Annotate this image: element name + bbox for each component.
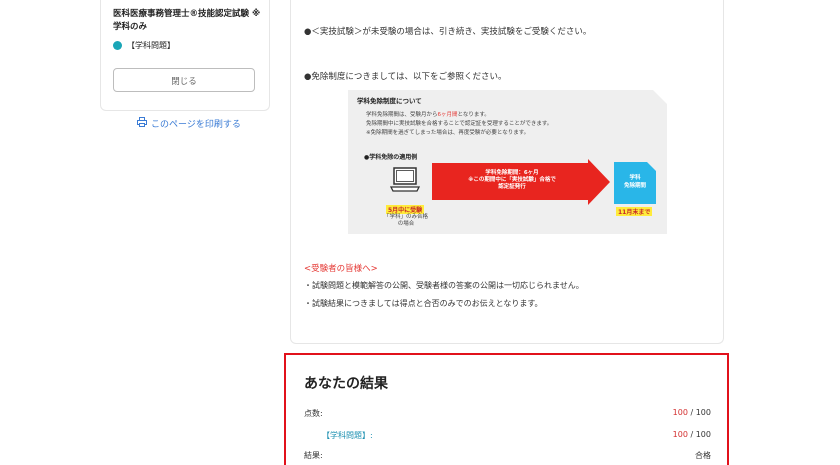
document-text: 学科 免除期間 [614, 174, 656, 190]
score-total: / 100 [687, 408, 711, 417]
result-panel: あなたの結果 点数: 100 / 100 【学科問題】: 100 / 100 結… [284, 353, 729, 465]
outcome-value: 合格 [695, 451, 711, 460]
main-content-panel: ●＜実技試験＞が未受験の場合は、引き続き、実技試験をご受験ください。 ●免除制度… [290, 0, 724, 344]
figure-heading: 学科免除制度について [357, 97, 422, 105]
document-line-2: 免除期間 [623, 183, 646, 189]
arrow-line-3: 認定証発行 [498, 184, 526, 190]
figure-line-2: 免除期間中に実技試験を合格することで認定証を受理することができます。 [366, 121, 553, 127]
close-button[interactable]: 閉じる [113, 68, 255, 92]
print-page-link[interactable]: このページを印刷する [137, 117, 241, 130]
category-score-number: 100 [672, 430, 688, 439]
score-number: 100 [672, 408, 688, 417]
exam-sidebar-card: 医科医療事務管理士®技能認定試験 ※学科のみ 【学科問題】 閉じる [100, 0, 270, 111]
exemption-figure: 学科免除制度について 学科免除期間は、受験月から6ヶ月間となります。 免除期間中… [348, 90, 667, 234]
laptop-icon [389, 165, 421, 199]
figure-line-1-pre: 学科免除期間は、受験月から [366, 112, 438, 118]
score-value: 100 / 100 [673, 408, 711, 417]
result-title: あなたの結果 [304, 376, 388, 392]
category-dot-icon [113, 41, 122, 50]
arrow-line-1: 学科免除期間：6ヶ月 [485, 170, 539, 176]
exam-title: 医科医療事務管理士®技能認定試験 ※学科のみ [113, 9, 261, 32]
document-line-1: 学科 [629, 175, 641, 181]
category-score-total: / 100 [687, 430, 711, 439]
figure-line-1-post: となります。 [457, 112, 490, 118]
printer-icon [137, 117, 147, 130]
figure-subheading: ●学科免除の適用例 [364, 154, 418, 161]
pass-note-line-2: の場合 [397, 221, 415, 227]
notice-heading: <受験者の皆様へ> [304, 264, 378, 274]
print-page-label: このページを印刷する [151, 120, 241, 130]
category-result-label: 【学科問題】: [322, 431, 373, 440]
notice-bullet-1: ・試験問題と模範解答の公開、受験者様の答案の公開は一切応じられません。 [304, 281, 584, 290]
document-corner [647, 162, 656, 171]
exemption-document-icon: 学科 免除期間 [614, 162, 656, 204]
score-label: 点数: [304, 409, 323, 418]
notice-bullet-2: ・試験結果につきましては得点と合否のみでのお伝えとなります。 [304, 299, 543, 308]
pass-note-line-1: 「学科」のみ合格 [383, 214, 428, 220]
exemption-note: ●免除制度につきましては、以下をご参照ください。 [304, 72, 507, 82]
november-deadline-label: 11月末まで [616, 207, 653, 216]
category-result-value: 100 / 100 [673, 430, 711, 439]
figure-line-1: 学科免除期間は、受験月から6ヶ月間となります。 [366, 110, 490, 118]
outcome-label: 結果: [304, 451, 323, 460]
category-label: 【学科問題】 [127, 41, 175, 50]
exemption-arrow-text: 学科免除期間：6ヶ月 ※この期間中に「実技試験」合格で 認定証発行 [432, 170, 592, 191]
category-row: 【学科問題】 [113, 40, 175, 51]
practical-exam-note: ●＜実技試験＞が未受験の場合は、引き続き、実技試験をご受験ください。 [304, 27, 592, 37]
arrow-line-2: ※この期間中に「実技試験」合格で [468, 177, 556, 183]
may-exam-label: 5月中に受験 [386, 205, 425, 214]
pass-note: 「学科」のみ合格 の場合 [376, 214, 436, 228]
figure-line-1-highlight: 6ヶ月間 [437, 112, 458, 118]
figure-line-3: ※免除期間を過ぎてしまった場合は、再度受験が必要となります。 [366, 130, 530, 136]
figure-corner [653, 90, 667, 104]
